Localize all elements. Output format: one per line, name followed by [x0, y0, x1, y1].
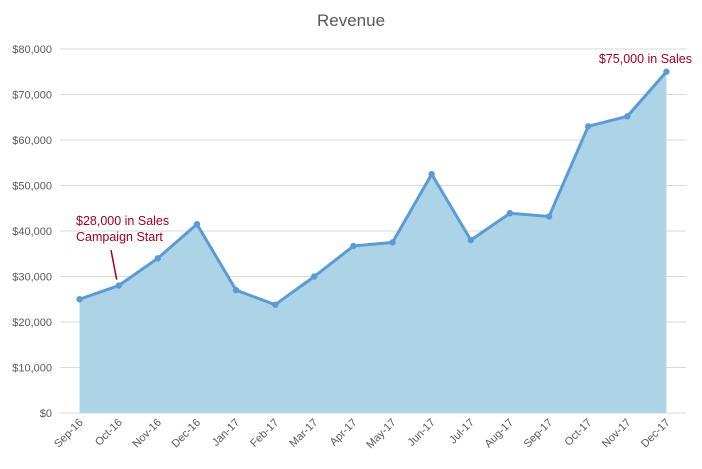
x-tick-label: May-17	[364, 417, 398, 451]
x-tick-label: Sep-17	[522, 417, 556, 451]
data-point-dec-16	[193, 220, 201, 228]
data-point-jun-17	[428, 170, 435, 178]
data-point-may-17	[389, 239, 396, 246]
data-point-dec-17	[663, 68, 670, 75]
x-tick-label: Aug-17	[482, 417, 516, 451]
data-point-apr-17	[350, 242, 357, 250]
annotation-label: $75,000 in Sales	[599, 52, 692, 66]
x-tick-label: Jan-17	[210, 417, 242, 449]
x-tick-label: Mar-17	[287, 417, 320, 450]
revenue-chart: Revenue $0 $10,000 $20,000 $30,000 $40,000 $5…	[0, 0, 702, 469]
data-point-sep-17	[545, 213, 553, 220]
annotation-leader-line	[110, 249, 118, 280]
data-point-mar-17	[311, 273, 318, 280]
y-tick-label: $80,000	[12, 44, 52, 56]
data-point-nov-17	[624, 113, 631, 120]
y-tick-label: $10,000	[12, 363, 52, 375]
y-tick-label: $50,000	[12, 181, 52, 193]
data-point-jul-17	[467, 236, 475, 244]
x-tick-label: Dec-16	[169, 417, 203, 451]
x-tick-label: Jun-17	[406, 417, 438, 449]
y-axis-tick-labels: $0 $10,000 $20,000 $30,000 $40,000 $50,000 $60…	[12, 44, 52, 420]
x-tick-label: Nov-17	[600, 417, 634, 451]
x-tick-label: Apr-17	[328, 417, 360, 449]
y-tick-label: $0	[40, 408, 52, 420]
x-tick-label: Nov-16	[130, 417, 164, 451]
annotation-label: $28,000 in Sales	[76, 214, 169, 228]
y-tick-label: $40,000	[12, 226, 52, 238]
chart-canvas: Revenue $0 $10,000 $20,000 $30,000 $40,000 $5…	[12, 11, 692, 451]
data-point-oct-16	[115, 282, 122, 289]
x-tick-label: Sep-16	[52, 417, 86, 451]
y-tick-label: $30,000	[12, 272, 52, 284]
area-series	[79, 70, 668, 413]
data-point-nov-16	[154, 255, 162, 262]
y-tick-label: $60,000	[12, 135, 52, 147]
data-point-feb-17	[271, 301, 279, 308]
data-point-sep-16	[76, 296, 83, 303]
chart-title: Revenue	[317, 11, 385, 30]
x-axis-tick-labels: Sep-16 Oct-16 Nov-16 Dec-16 Jan-17 Feb-17 Mar-…	[52, 417, 672, 451]
annotation-label: Campaign Start	[76, 230, 163, 244]
y-tick-label: $70,000	[12, 90, 52, 102]
x-tick-label: Feb-17	[248, 417, 281, 450]
data-point-aug-17	[506, 210, 514, 217]
y-tick-label: $20,000	[12, 317, 52, 329]
area-fill	[79, 71, 667, 413]
x-tick-label: Oct-16	[93, 417, 125, 449]
data-point-oct-17	[584, 123, 592, 130]
data-point-jan-17	[232, 286, 240, 294]
x-tick-label: Dec-17	[639, 417, 673, 451]
x-tick-label: Jul-17	[447, 417, 477, 447]
x-tick-label: Oct-17	[562, 417, 594, 449]
